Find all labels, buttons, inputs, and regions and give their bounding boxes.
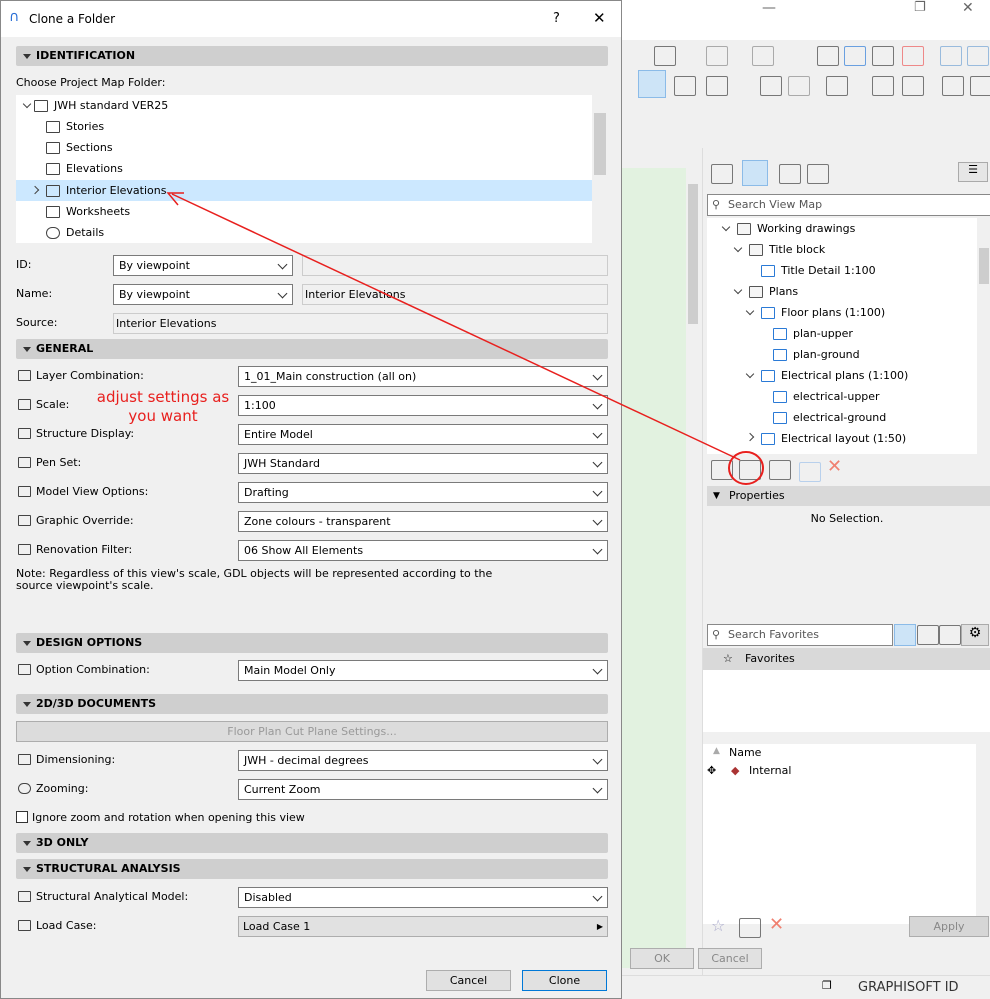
annotation-circle xyxy=(728,451,764,485)
annotation-arrow xyxy=(171,193,741,461)
annotation-overlay xyxy=(166,192,764,485)
annotation-text: adjust settings as you want xyxy=(96,388,230,425)
